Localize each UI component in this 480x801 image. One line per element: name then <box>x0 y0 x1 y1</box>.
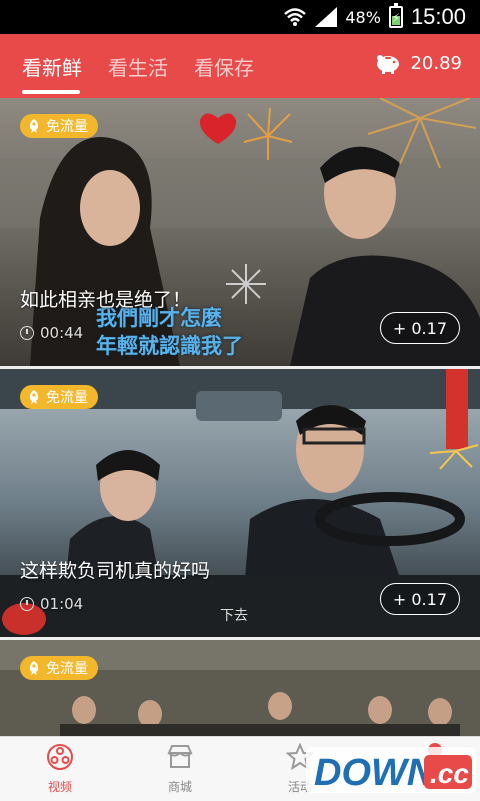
video-duration: 00:44 <box>20 324 83 342</box>
reward-button[interactable]: + 0.17 <box>379 583 460 615</box>
reward-button[interactable]: + 0.17 <box>379 312 460 344</box>
nav-videos[interactable]: 视频 <box>30 743 90 795</box>
rocket-icon <box>29 661 39 675</box>
nav-label: 视频 <box>47 780 72 794</box>
tab-life[interactable]: 看生活 <box>108 52 168 81</box>
battery-icon: ⚡ <box>388 3 403 28</box>
tab-fresh[interactable]: 看新鲜 <box>22 52 82 81</box>
rocket-icon <box>29 119 39 133</box>
free-data-badge: 免流量 <box>20 385 98 409</box>
balance-button[interactable]: 20.89 <box>374 52 462 74</box>
tab-saved[interactable]: 看保存 <box>194 52 254 81</box>
duration-text: 00:44 <box>40 324 84 342</box>
video-thumbnail <box>0 640 480 736</box>
bottom-nav: 视频 商城 活动 DOWN .cc <box>0 736 480 801</box>
svg-text:.cc: .cc <box>430 758 469 789</box>
status-bar: 48% ⚡ 15:00 <box>0 0 480 34</box>
badge-label: 免流量 <box>46 390 88 406</box>
clock-icon <box>20 597 34 611</box>
balance-amount: 20.89 <box>410 52 462 74</box>
video-card[interactable]: 我們剛才怎麼 年輕就認識我了 免流量 如此相亲也是绝了！ 00:44 + 0.1… <box>0 98 480 366</box>
video-title: 这样欺负司机真的好吗 <box>20 560 211 582</box>
signal-icon <box>315 7 338 27</box>
nav-shop[interactable]: 商城 <box>150 743 210 795</box>
active-tab-indicator <box>22 90 80 94</box>
duration-text: 01:04 <box>40 595 84 613</box>
clock-icon <box>20 326 34 340</box>
video-card[interactable]: 免流量 <box>0 640 480 736</box>
badge-label: 免流量 <box>46 661 88 677</box>
rocket-icon <box>29 390 39 404</box>
top-nav: 看新鲜 看生活 看保存 20.89 <box>0 34 480 98</box>
svg-text:DOWN: DOWN <box>314 752 436 794</box>
site-watermark-logo: DOWN .cc <box>306 747 476 794</box>
video-subtitle-line: 年輕就認識我了 <box>96 334 243 358</box>
wifi-icon <box>284 8 307 26</box>
status-bar-right: 48% ⚡ 15:00 <box>283 0 466 34</box>
free-data-badge: 免流量 <box>20 114 98 138</box>
badge-label: 免流量 <box>46 119 88 135</box>
clock-time: 15:00 <box>410 4 466 29</box>
piggy-bank-icon <box>374 52 402 74</box>
video-title: 如此相亲也是绝了！ <box>20 289 192 311</box>
shop-icon <box>167 745 193 768</box>
nav-label: 商城 <box>167 780 192 794</box>
free-data-badge: 免流量 <box>20 656 98 680</box>
video-card[interactable]: 免流量 这样欺负司机真的好吗 01:04 下去 + 0.17 <box>0 369 480 637</box>
video-caption: 下去 <box>220 608 248 624</box>
video-duration: 01:04 <box>20 595 83 613</box>
battery-percent: 48% <box>345 7 381 27</box>
film-reel-icon <box>47 744 73 770</box>
